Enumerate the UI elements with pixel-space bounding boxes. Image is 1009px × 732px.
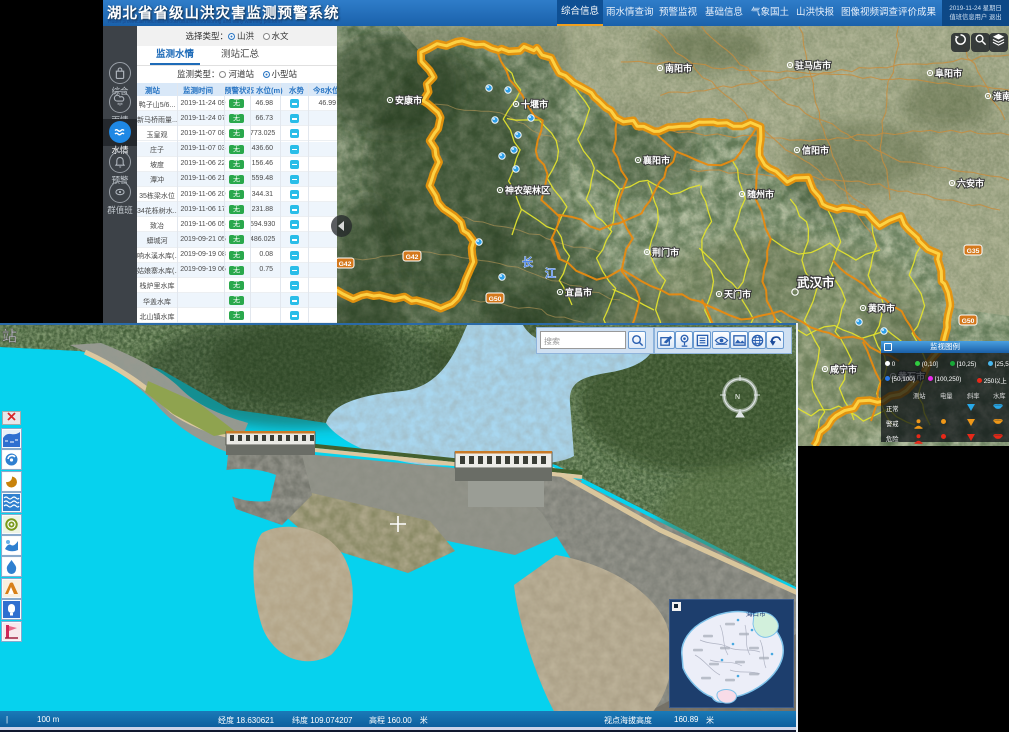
svg-text:六安市: 六安市 <box>957 178 984 189</box>
svg-text:天门市: 天门市 <box>724 289 751 300</box>
svg-text:宜昌市: 宜昌市 <box>565 287 592 298</box>
svg-text:信阳市: 信阳市 <box>802 145 829 156</box>
svg-text:淮南: 淮南 <box>993 91 1009 102</box>
svg-text:G50: G50 <box>489 296 502 303</box>
svg-text:G50: G50 <box>962 318 975 325</box>
svg-text:阜阳市: 阜阳市 <box>935 68 962 79</box>
svg-text:十堰市: 十堰市 <box>521 99 548 110</box>
svg-text:站: 站 <box>2 328 17 345</box>
svg-text:海口市: 海口市 <box>746 609 766 618</box>
svg-text:南阳市: 南阳市 <box>665 63 692 74</box>
svg-text:黄冈市: 黄冈市 <box>868 303 895 314</box>
svg-text:G42: G42 <box>339 261 352 268</box>
svg-text:G35: G35 <box>967 248 980 255</box>
svg-text:长: 长 <box>522 255 534 269</box>
svg-text:江: 江 <box>545 266 556 280</box>
svg-text:荆门市: 荆门市 <box>652 247 679 258</box>
svg-text:安康市: 安康市 <box>395 95 422 106</box>
svg-text:咸宁市: 咸宁市 <box>830 364 857 375</box>
svg-text:G42: G42 <box>406 254 419 261</box>
svg-text:驻马店市: 驻马店市 <box>795 60 831 71</box>
svg-text:N: N <box>735 394 740 401</box>
svg-text:随州市: 随州市 <box>747 189 774 200</box>
svg-text:襄阳市: 襄阳市 <box>642 155 670 166</box>
svg-text:武汉市: 武汉市 <box>797 275 835 290</box>
svg-text:神农架林区: 神农架林区 <box>505 185 550 196</box>
